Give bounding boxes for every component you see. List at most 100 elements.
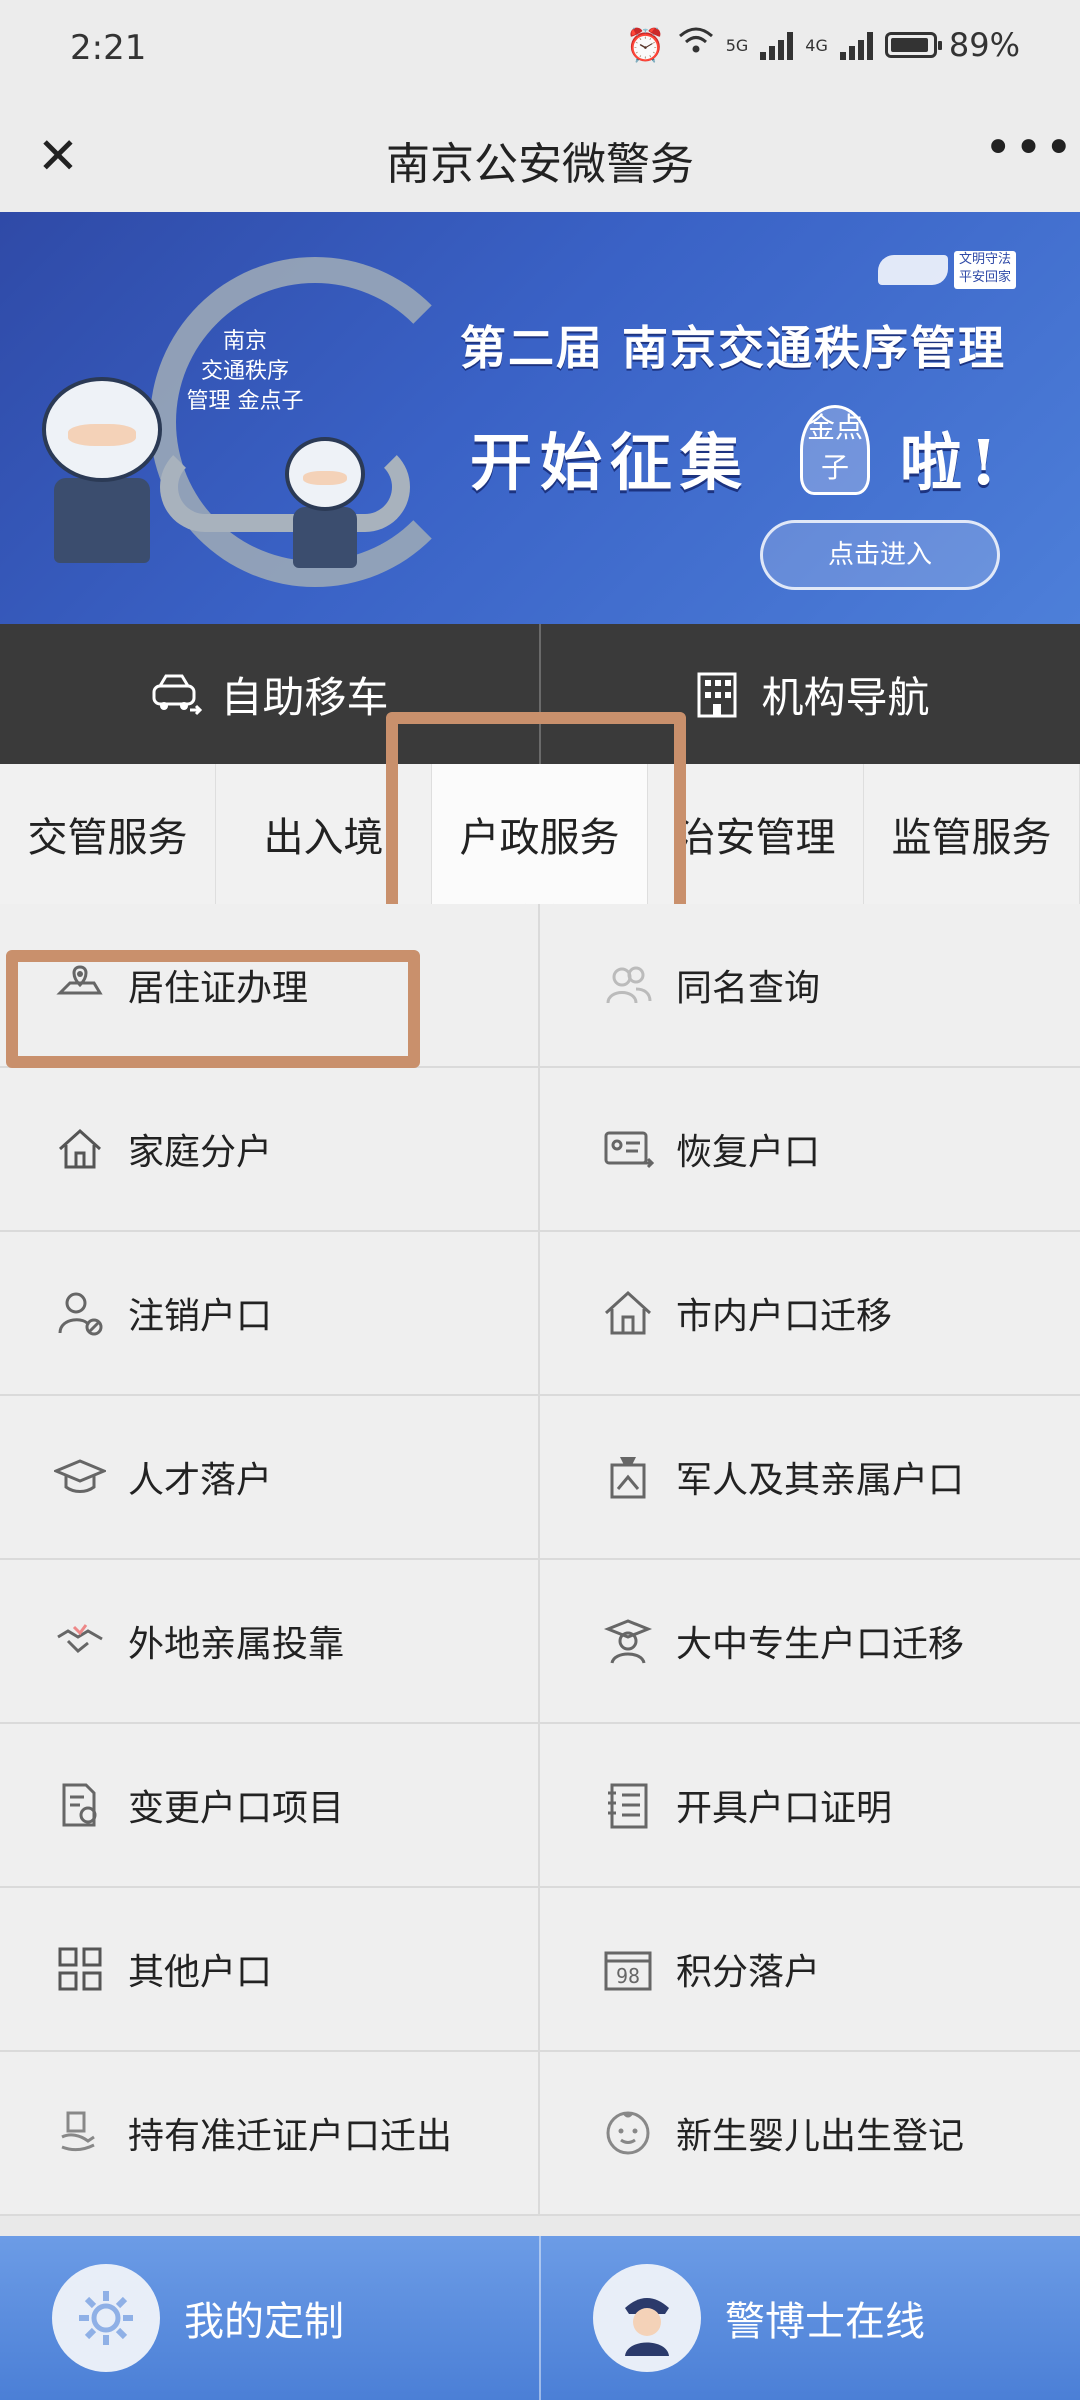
my-custom-button[interactable]: 我的定制 — [0, 2236, 539, 2400]
service-restore-household[interactable]: 恢复户口 — [540, 1068, 1080, 1232]
promo-banner[interactable]: 南京 交通秩序 管理 金点子 文明守法 平安回家 第二届 南京交通秩序管理 开始… — [0, 212, 1080, 624]
service-grid: 居住证办理 同名查询 家庭分户 恢复户口 注销户口 市内户口迁移 人才落户 军人… — [0, 904, 1080, 2216]
service-change-items[interactable]: 变更户口项目 — [0, 1724, 540, 1888]
service-label: 注销户口 — [128, 1296, 273, 1337]
enter-button[interactable]: 点击进入 — [760, 520, 1000, 590]
service-cancel-household[interactable]: 注销户口 — [0, 1232, 540, 1396]
grid-icon — [54, 1943, 106, 1995]
id-card-icon — [602, 1123, 654, 1175]
status-time: 2:21 — [70, 28, 147, 68]
police-mascot-small — [285, 437, 365, 572]
handshake-icon — [54, 1615, 106, 1667]
service-label: 居住证办理 — [128, 968, 309, 1009]
logo-swoosh-icon — [878, 255, 948, 285]
tab-public-security[interactable]: 治安管理 — [648, 764, 864, 904]
service-points-settle[interactable]: 98 积分落户 — [540, 1888, 1080, 2052]
police-doctor-online-button[interactable]: 警博士在线 — [539, 2236, 1080, 2400]
banner-corner-logo: 文明守法 平安回家 — [878, 247, 1018, 293]
calendar-score-icon: 98 — [602, 1943, 654, 1995]
service-label: 同名查询 — [676, 968, 821, 1009]
service-tabs: 交管服务 出入境 户政服务 治安管理 监管服务 — [0, 764, 1080, 905]
hand-document-icon — [54, 2107, 106, 2159]
tab-traffic-service[interactable]: 交管服务 — [0, 764, 216, 904]
quick-actions-bar: 自助移车 机构导航 — [0, 624, 1080, 764]
alarm-icon: ⏰ — [625, 26, 666, 64]
badge-line-1: 南京 — [222, 329, 267, 354]
logo-text: 文明守法 平安回家 — [954, 251, 1016, 289]
title-bar: ✕ 南京公安微警务 ••• — [0, 100, 1080, 213]
service-label: 新生婴儿出生登记 — [676, 2116, 965, 2157]
service-label: 人才落户 — [128, 1460, 273, 1501]
network-label-1: 5G — [725, 35, 749, 55]
my-custom-label: 我的定制 — [184, 2299, 344, 2345]
baby-icon — [602, 2107, 654, 2159]
location-card-icon — [54, 959, 106, 1011]
service-city-move[interactable]: 市内户口迁移 — [540, 1232, 1080, 1396]
home-move-icon — [602, 1287, 654, 1339]
bottom-bar: 我的定制 警博士在线 — [0, 2236, 1080, 2400]
service-label: 家庭分户 — [128, 1132, 273, 1173]
service-label: 大中专生户口迁移 — [676, 1624, 965, 1665]
tab-household-service[interactable]: 户政服务 — [432, 764, 648, 904]
military-icon — [602, 1451, 654, 1503]
service-label: 变更户口项目 — [128, 1788, 345, 1829]
service-family-split[interactable]: 家庭分户 — [0, 1068, 540, 1232]
service-label: 开具户口证明 — [676, 1788, 893, 1829]
building-icon — [691, 668, 743, 720]
service-issue-certificate[interactable]: 开具户口证明 — [540, 1724, 1080, 1888]
status-icons: ⏰ 5G 4G 89% — [626, 26, 1020, 64]
battery-icon — [884, 32, 942, 58]
gear-icon — [52, 2264, 160, 2372]
lightbulb-icon: 金点子 — [800, 405, 870, 495]
document-edit-icon — [54, 1779, 106, 1831]
service-newborn-registration[interactable]: 新生婴儿出生登记 — [540, 2052, 1080, 2216]
police-doctor-online-label: 警博士在线 — [725, 2299, 925, 2345]
tab-exit-entry[interactable]: 出入境 — [216, 764, 432, 904]
page-title: 南京公安微警务 — [386, 139, 694, 190]
house-icon — [54, 1123, 106, 1175]
service-permit-move-out[interactable]: 持有准迁证户口迁出 — [0, 2052, 540, 2216]
self-move-car-label: 自助移车 — [220, 672, 389, 722]
more-icon[interactable]: ••• — [984, 124, 1073, 184]
self-move-car-button[interactable]: 自助移车 — [0, 624, 539, 764]
service-label: 恢复户口 — [676, 1132, 821, 1173]
user-cancel-icon — [54, 1287, 106, 1339]
signal-icon-2 — [839, 30, 873, 60]
badge-line-3: 管理 金点子 — [186, 389, 304, 414]
badge-line-2: 交通秩序 — [200, 359, 289, 384]
signal-icon-1 — [760, 30, 794, 60]
banner-headline: 第二届 南京交通秩序管理 — [460, 321, 1007, 375]
service-same-name-query[interactable]: 同名查询 — [540, 904, 1080, 1068]
service-label: 军人及其亲属户口 — [676, 1460, 965, 1501]
service-label: 其他户口 — [128, 1952, 273, 1993]
people-icon — [602, 959, 654, 1011]
battery-percent: 89% — [948, 26, 1020, 64]
police-avatar-icon — [593, 2264, 701, 2372]
service-label: 持有准迁证户口迁出 — [128, 2116, 453, 2157]
network-label-2: 4G — [805, 35, 828, 55]
service-relative-join[interactable]: 外地亲属投靠 — [0, 1560, 540, 1724]
service-label: 积分落户 — [676, 1952, 821, 1993]
service-student-move[interactable]: 大中专生户口迁移 — [540, 1560, 1080, 1724]
service-label: 市内户口迁移 — [676, 1296, 893, 1337]
org-navigation-button[interactable]: 机构导航 — [539, 624, 1080, 764]
police-mascot-large — [42, 377, 162, 567]
banner-subheadline: 开始征集 啦! — [470, 412, 1005, 502]
certificate-icon — [602, 1779, 654, 1831]
status-bar: 2:21 ⏰ 5G 4G 89% — [0, 0, 1080, 100]
service-residence-permit[interactable]: 居住证办理 — [0, 904, 540, 1068]
service-label: 外地亲属投靠 — [128, 1624, 345, 1665]
service-military-family[interactable]: 军人及其亲属户口 — [540, 1396, 1080, 1560]
svg-text:98: 98 — [616, 1964, 640, 1988]
subline-left: 开始征集 — [470, 426, 751, 499]
service-other-household[interactable]: 其他户口 — [0, 1888, 540, 2052]
org-navigation-label: 机构导航 — [761, 672, 930, 722]
service-talent-settle[interactable]: 人才落户 — [0, 1396, 540, 1560]
graduation-cap-icon — [54, 1451, 106, 1503]
subline-right: 啦! — [900, 426, 1006, 499]
student-icon — [602, 1615, 654, 1667]
banner-badge: 南京 交通秩序 管理 金点子 — [170, 327, 320, 417]
wifi-icon — [678, 26, 714, 64]
tab-supervision-service[interactable]: 监管服务 — [864, 764, 1080, 904]
car-icon — [150, 668, 203, 720]
